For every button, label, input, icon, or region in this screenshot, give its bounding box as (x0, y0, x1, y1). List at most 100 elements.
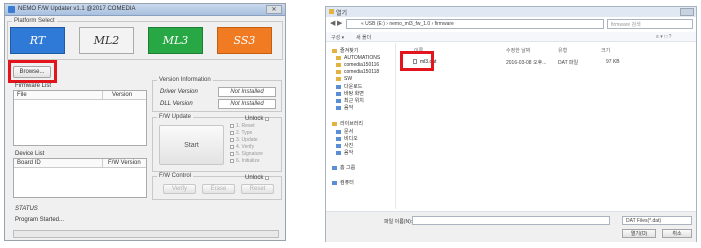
folder-icon (336, 77, 341, 81)
nav-item-comedia-a[interactable]: comedia150116 (336, 62, 379, 68)
close-button[interactable] (680, 8, 694, 16)
step-verify-checkbox: 4. Verify (230, 144, 254, 150)
nav-item-downloads[interactable]: 다운로드 (336, 83, 362, 90)
cancel-button[interactable]: 취소 (662, 229, 692, 238)
close-button[interactable]: ✕ (266, 5, 282, 14)
step-type-checkbox: 2. Type (230, 130, 252, 136)
platform-ml2-button[interactable]: ML2 (79, 27, 134, 54)
status-label: STATUS (15, 206, 38, 212)
nav-item-libraries[interactable]: 라이브러리 (332, 120, 363, 127)
nav-item-comedia-b[interactable]: comedia150118 (336, 69, 379, 75)
erase-button[interactable]: Erase (202, 184, 235, 194)
view-options-icon[interactable]: ≡ ▾ □ ? (656, 34, 671, 40)
document-icon (336, 129, 341, 134)
dll-version-value: Not Installed (218, 99, 276, 109)
nav-item-videos[interactable]: 비디오 (336, 135, 358, 142)
driver-version-value: Not Installed (218, 87, 276, 97)
fw-control-label: F/W Control (157, 173, 194, 179)
folder-icon (336, 70, 341, 74)
nav-item-desktop[interactable]: 바탕 화면 (336, 90, 364, 97)
platform-ml3-button[interactable]: ML3 (148, 27, 203, 54)
nav-item-computer[interactable]: 컴퓨터 (332, 179, 354, 186)
verify-button[interactable]: Verify (163, 184, 196, 194)
checkbox-box (265, 176, 270, 180)
unlock-label: Unlock (245, 116, 264, 122)
nav-item-favorites[interactable]: 즐겨찾기 (332, 47, 358, 54)
fw-update-unlock-checkbox[interactable]: Unlock (245, 116, 271, 122)
dll-version-label: DLL Version (160, 101, 193, 107)
new-folder-button[interactable]: 새 폴더 (356, 34, 371, 41)
column-divider (102, 91, 103, 99)
nav-item-homegroup[interactable]: 홈 그룹 (332, 164, 355, 171)
status-text: Program Started... (15, 217, 65, 223)
device-list-header: Board ID F/W Version (14, 159, 146, 168)
step-signature-checkbox: 5. Signature (230, 151, 263, 157)
device-list-table[interactable]: Board ID F/W Version (13, 158, 147, 198)
column-date[interactable]: 수정한 날짜 (506, 47, 530, 54)
browse-highlight-box (8, 60, 57, 83)
nav-item-recent[interactable]: 최근 위치 (336, 97, 364, 104)
open-button[interactable]: 열기(O) (622, 229, 656, 238)
dialog-bottom-panel: 파일 이름(N): DAT Files(*.dat) 열기(O) 취소 (326, 211, 696, 242)
column-type[interactable]: 유형 (558, 47, 567, 54)
column-divider (102, 159, 103, 167)
file-row[interactable]: ml3.dat 2016-03-08 오후... DAT 파일 97 KB (410, 58, 694, 66)
search-input[interactable]: firmware 검색 (607, 19, 693, 29)
updater-title: NEMO F/W Updater v1.1 @2017 COMEDIA (18, 6, 136, 12)
nav-item-sw[interactable]: SW (336, 76, 352, 82)
column-size[interactable]: 크기 (601, 47, 610, 54)
music-icon (336, 150, 341, 155)
version-info-label: Version Information (157, 77, 213, 83)
column-fw-version: F/W Version (108, 160, 141, 166)
file-highlight-box (400, 51, 434, 71)
video-icon (336, 136, 341, 141)
firmware-list-table[interactable]: File Version (13, 90, 147, 146)
recent-icon (336, 98, 341, 103)
download-icon (336, 84, 341, 89)
platform-ss3-button[interactable]: SS3 (217, 27, 272, 54)
nav-item-music-fav[interactable]: 음악 (336, 104, 353, 111)
dialog-title-bar: 열기 (326, 7, 696, 17)
forward-arrow-icon[interactable]: ▶ (337, 19, 342, 29)
breadcrumb: « USB (E:) › nemo_ml3_fw_1.0 › firmware (361, 21, 454, 27)
file-size: 97 KB (606, 59, 620, 65)
nav-item-automations[interactable]: AUTOMATIONS (336, 55, 380, 61)
organize-button[interactable]: 구성 ▾ (331, 34, 344, 41)
firmware-list-label: Firmware List (15, 83, 52, 89)
app-icon (8, 6, 15, 13)
column-version: Version (112, 92, 133, 98)
firmware-list-header: File Version (14, 91, 146, 100)
dialog-toolbar: 구성 ▾ 새 폴더 ≡ ▾ □ ? (326, 32, 696, 42)
picture-icon (336, 143, 341, 148)
music-icon (336, 105, 341, 110)
reset-button[interactable]: Reset (241, 184, 274, 194)
column-file: File (17, 92, 27, 98)
platform-select-label: Platform Select (12, 18, 57, 24)
step-update-checkbox: 3. Update (230, 137, 258, 143)
back-arrow-icon[interactable]: ◀ (330, 19, 335, 29)
computer-icon (332, 180, 337, 185)
step-initialize-checkbox: 6. Initialize (230, 158, 260, 164)
nav-item-documents[interactable]: 문서 (336, 128, 353, 135)
star-icon (332, 48, 337, 53)
nav-item-pictures[interactable]: 사진 (336, 142, 353, 149)
file-date: 2016-03-08 오후... (506, 60, 547, 66)
start-button[interactable]: Start (159, 125, 224, 165)
navigation-pane: 즐겨찾기 AUTOMATIONS comedia150116 comedia15… (326, 43, 396, 209)
filetype-select[interactable]: DAT Files(*.dat) (622, 216, 692, 225)
filename-input[interactable] (412, 216, 610, 225)
column-board-id: Board ID (17, 160, 41, 166)
checkbox-box (265, 117, 270, 121)
filename-label: 파일 이름(N): (384, 219, 413, 225)
homegroup-icon (332, 165, 337, 170)
folder-icon (329, 9, 334, 14)
address-bar[interactable]: « USB (E:) › nemo_ml3_fw_1.0 › firmware (346, 19, 604, 29)
fw-updater-window: NEMO F/W Updater v1.1 @2017 COMEDIA ✕ Pl… (4, 3, 286, 241)
library-icon (332, 121, 337, 126)
fw-control-unlock-checkbox[interactable]: Unlock (245, 175, 271, 181)
step-reset-checkbox: 1. Reset (230, 123, 255, 129)
nav-item-music[interactable]: 음악 (336, 149, 353, 156)
folder-icon (336, 63, 341, 67)
platform-rt-button[interactable]: RT (10, 27, 65, 54)
folder-icon (336, 56, 341, 60)
